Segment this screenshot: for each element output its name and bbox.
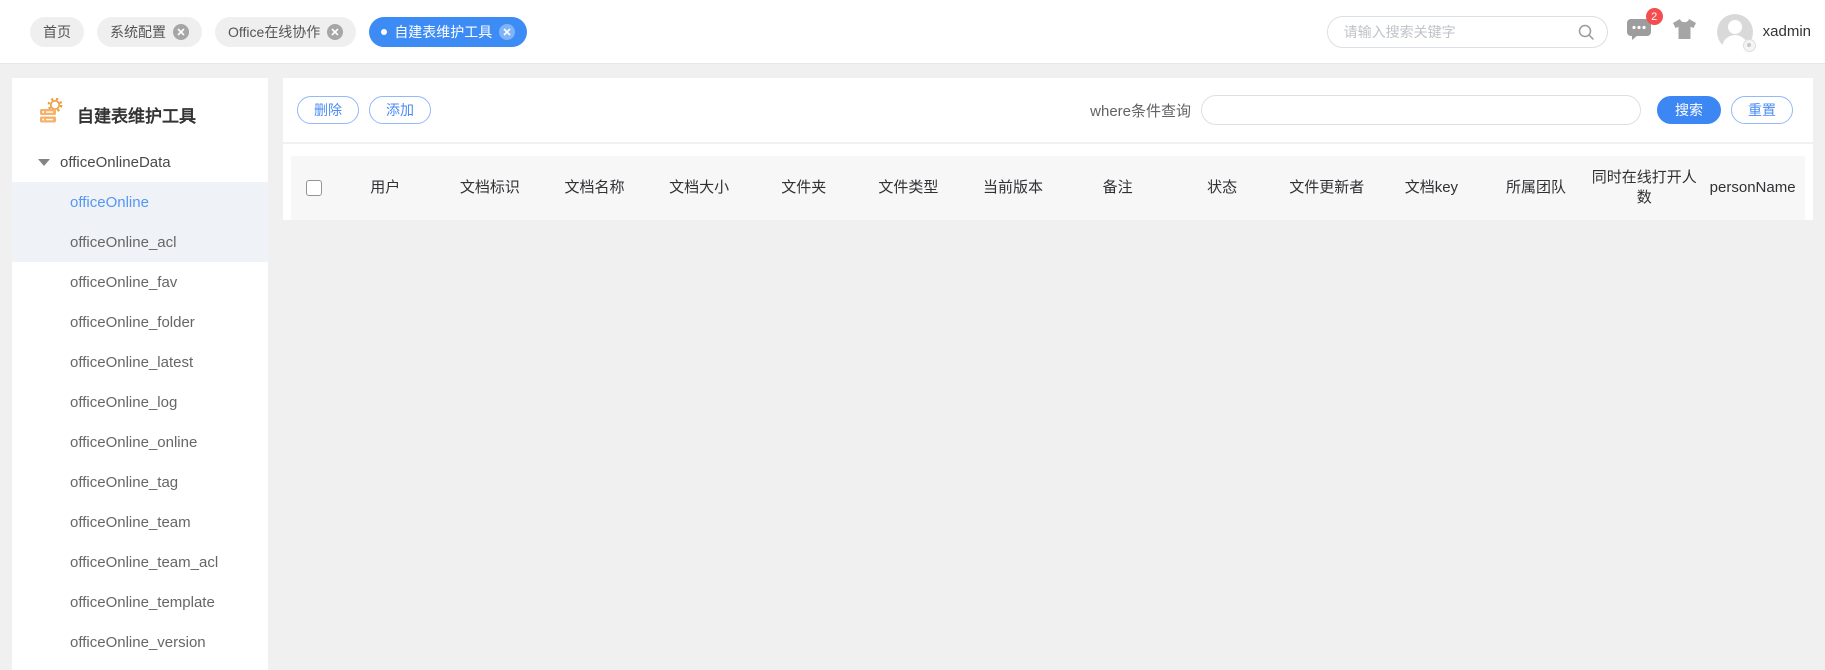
- table-header-row: 用户 文档标识 文档名称 文档大小 文件夹 文件类型 当前版本 备注 状态 文件…: [291, 156, 1805, 220]
- tab-close-icon[interactable]: [499, 23, 516, 40]
- column-header-status: 状态: [1207, 178, 1238, 196]
- column-header-doc-name: 文档名称: [564, 178, 625, 196]
- tab-label: 自建表维护工具: [394, 23, 493, 40]
- column-header-doc-id: 文档标识: [459, 178, 520, 196]
- tab-label: 系统配置: [110, 23, 166, 40]
- theme-skin-button[interactable]: [1672, 17, 1697, 46]
- tree-item-officeOnline_version[interactable]: officeOnline_version: [12, 622, 268, 662]
- tab-close-icon[interactable]: [327, 23, 344, 40]
- reset-button[interactable]: 重置: [1731, 96, 1793, 124]
- tree-root-label: officeOnlineData: [60, 153, 171, 171]
- maintenance-tool-icon: [38, 97, 65, 130]
- column-header-file-type: 文件类型: [878, 178, 939, 196]
- sidebar: 自建表维护工具 officeOnlineData officeOnline of…: [12, 78, 268, 670]
- where-query-input[interactable]: [1201, 95, 1641, 125]
- content-area: 删除 添加 where条件查询 搜索 重置 用户 文档标识 文档名称 文档大小 …: [283, 78, 1813, 220]
- table-tree: officeOnlineData officeOnline officeOnli…: [12, 142, 268, 662]
- column-header-online-open-count: 同时在线打开人数: [1591, 168, 1697, 206]
- active-tab-dot-icon: [381, 28, 388, 35]
- topbar-right: 2 xadmin: [1326, 8, 1815, 52]
- tree-node-officeOnlineData[interactable]: officeOnlineData: [12, 142, 268, 182]
- column-header-doc-key: 文档key: [1404, 178, 1459, 196]
- tree-item-officeOnline_latest[interactable]: officeOnline_latest: [12, 342, 268, 382]
- table-toolbar: 删除 添加 where条件查询 搜索 重置: [283, 78, 1813, 144]
- tree-item-officeOnline_folder[interactable]: officeOnline_folder: [12, 302, 268, 342]
- messages-button[interactable]: 2: [1626, 8, 1663, 46]
- tree-item-officeOnline_tag[interactable]: officeOnline_tag: [12, 462, 268, 502]
- select-all-cell: [291, 180, 333, 196]
- tree-item-officeOnline_team[interactable]: officeOnline_team: [12, 502, 268, 542]
- global-search: [1326, 15, 1608, 48]
- select-all-checkbox[interactable]: [306, 180, 322, 196]
- tree-item-officeOnline_acl[interactable]: officeOnline_acl: [12, 222, 268, 262]
- tree-item-officeOnline_team_acl[interactable]: officeOnline_team_acl: [12, 542, 268, 582]
- topbar: 首页 系统配置 Office在线协作 自建表维护工具 请输入搜索关键字 2 xa…: [0, 0, 1825, 64]
- tab-label: 首页: [43, 23, 71, 40]
- avatar-camera-badge-icon: [1742, 38, 1756, 52]
- tshirt-icon: [1672, 17, 1697, 46]
- username[interactable]: xadmin: [1763, 23, 1811, 40]
- user-avatar[interactable]: [1716, 13, 1756, 52]
- message-count-badge: 2: [1645, 8, 1663, 25]
- column-header-team: 所属团队: [1506, 178, 1567, 196]
- tab-home[interactable]: 首页: [30, 16, 84, 47]
- tree-item-officeOnline_fav[interactable]: officeOnline_fav: [12, 262, 268, 302]
- caret-down-icon: [38, 158, 50, 166]
- where-query-label: where条件查询: [1090, 102, 1191, 120]
- table-card: 删除 添加 where条件查询 搜索 重置 用户 文档标识 文档名称 文档大小 …: [283, 78, 1813, 220]
- tree-item-officeOnline_log[interactable]: officeOnline_log: [12, 382, 268, 422]
- search-icon[interactable]: [1577, 23, 1595, 46]
- tab-table-maintenance-active[interactable]: 自建表维护工具: [369, 16, 528, 47]
- search-button[interactable]: 搜索: [1657, 96, 1721, 124]
- tree-item-officeOnline_template[interactable]: officeOnline_template: [12, 582, 268, 622]
- add-button[interactable]: 添加: [369, 96, 431, 124]
- tree-item-officeOnline[interactable]: officeOnline: [12, 182, 268, 222]
- column-header-current-version: 当前版本: [982, 178, 1043, 196]
- search-input[interactable]: [1326, 15, 1608, 48]
- column-header-file-updater: 文件更新者: [1289, 178, 1365, 196]
- column-header-user: 用户: [370, 178, 401, 196]
- avatar-person-icon: [1727, 19, 1742, 34]
- main-layout: 自建表维护工具 officeOnlineData officeOnline of…: [0, 64, 1825, 670]
- tab-bar: 首页 系统配置 Office在线协作 自建表维护工具: [30, 16, 528, 47]
- tab-close-icon[interactable]: [173, 23, 189, 40]
- tree-item-officeOnline_online[interactable]: officeOnline_online: [12, 422, 268, 462]
- tab-system-config[interactable]: 系统配置: [97, 16, 202, 47]
- column-header-doc-size: 文档大小: [669, 178, 730, 196]
- tab-label: Office在线协作: [228, 23, 321, 40]
- column-header-folder: 文件夹: [781, 178, 827, 196]
- sidebar-title: 自建表维护工具: [12, 78, 268, 142]
- tab-office-online[interactable]: Office在线协作: [215, 16, 357, 47]
- column-header-person-name: personName: [1709, 178, 1796, 196]
- sidebar-title-text: 自建表维护工具: [77, 106, 196, 126]
- delete-button[interactable]: 删除: [297, 96, 359, 124]
- column-header-remark: 备注: [1102, 178, 1133, 196]
